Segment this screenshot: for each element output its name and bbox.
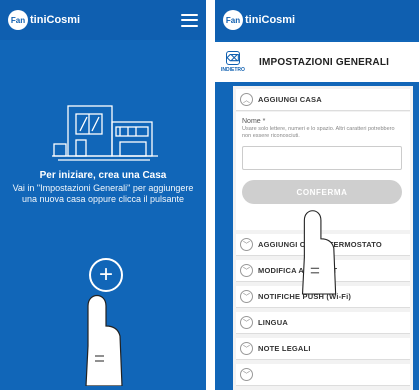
plus-icon: + (98, 261, 113, 288)
section-partially-visible[interactable]: ﹀ (236, 364, 410, 386)
back-icon: ⌫ (226, 51, 240, 65)
tap-hand-icon (301, 210, 337, 295)
hamburger-menu-icon[interactable] (181, 13, 198, 27)
intro-text: Vai in "Impostazioni Generali" per aggiu… (12, 183, 194, 204)
top-bar: Fan tiniCosmi (215, 0, 419, 40)
chevron-down-icon: ﹀ (240, 238, 253, 251)
home-screen: Fan tiniCosmi Per iniziare, crea una Cas… (0, 0, 206, 390)
empty-state-message: Per iniziare, crea una Casa Vai in "Impo… (8, 170, 198, 205)
page-title: IMPOSTAZIONI GENERALI (259, 56, 390, 68)
section-label: NOTE LEGALI (258, 344, 311, 353)
chevron-down-icon: ﹀ (240, 342, 253, 355)
brand-name: tiniCosmi (30, 14, 81, 26)
back-label: INDIETRO (221, 67, 245, 73)
name-field-hint: Usare solo lettere, numeri e lo spazio. … (242, 126, 395, 139)
brand-logo: Fan tiniCosmi (223, 10, 295, 30)
name-field-label: Nome * (242, 118, 266, 125)
settings-header: ⌫ INDIETRO IMPOSTAZIONI GENERALI (215, 42, 419, 82)
section-aggiungi-casa[interactable]: ︿ AGGIUNGI CASA (236, 89, 410, 111)
section-note-legali[interactable]: ﹀ NOTE LEGALI (236, 338, 410, 360)
settings-screen: Fan tiniCosmi ⌫ INDIETRO IMPOSTAZIONI GE… (215, 0, 419, 390)
chevron-down-icon: ﹀ (240, 316, 253, 329)
section-lingua[interactable]: ﹀ LINGUA (236, 312, 410, 334)
brand-badge: Fan (8, 10, 28, 30)
tap-hand-icon (85, 294, 123, 386)
chevron-down-icon: ﹀ (240, 368, 253, 381)
house-illustration-icon (52, 105, 158, 161)
chevron-down-icon: ﹀ (240, 264, 253, 277)
brand-logo: Fan tiniCosmi (8, 10, 80, 30)
top-bar: Fan tiniCosmi (0, 0, 206, 40)
back-button[interactable]: ⌫ INDIETRO (221, 51, 245, 73)
chevron-down-icon: ﹀ (240, 290, 253, 303)
section-label: LINGUA (258, 318, 288, 327)
name-input[interactable] (242, 146, 402, 170)
brand-name: tiniCosmi (245, 14, 296, 26)
intro-title: Per iniziare, crea una Casa (39, 170, 167, 181)
brand-badge: Fan (223, 10, 243, 30)
chevron-up-icon: ︿ (240, 93, 253, 106)
section-label: AGGIUNGI CASA (258, 95, 322, 104)
